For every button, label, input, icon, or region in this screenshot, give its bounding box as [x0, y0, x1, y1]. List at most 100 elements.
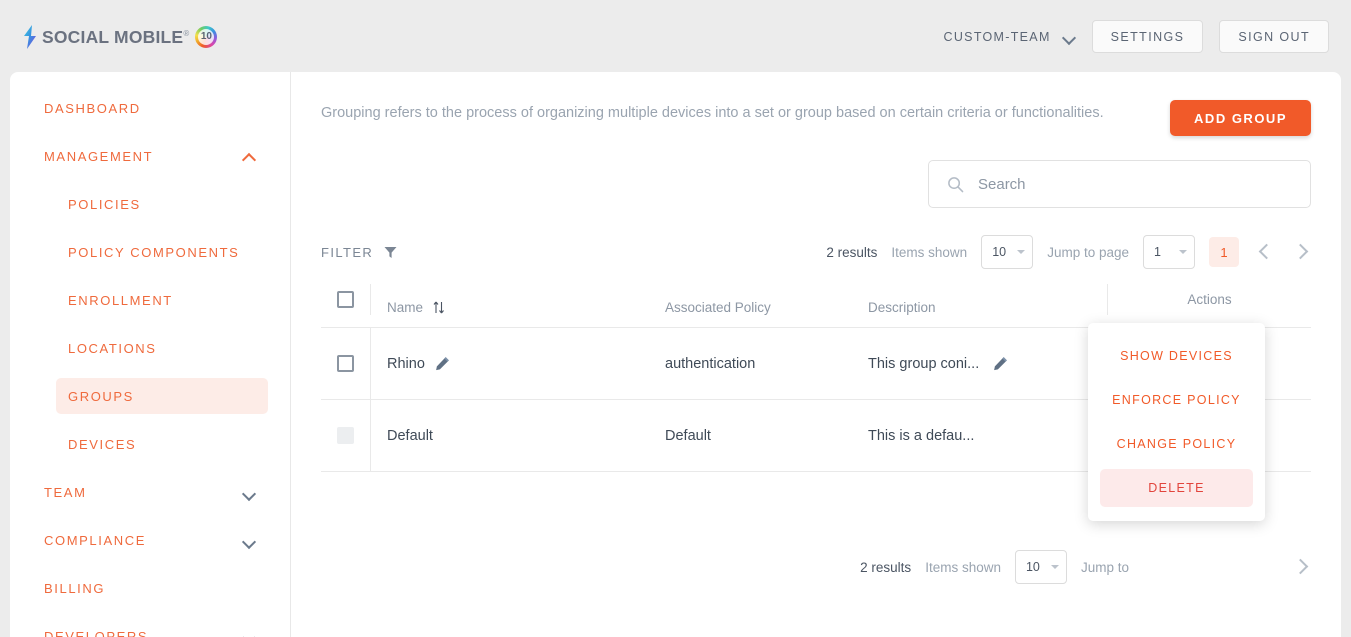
- sidebar-item-label: POLICIES: [68, 196, 141, 212]
- group-policy: authentication: [665, 355, 756, 372]
- sign-out-button[interactable]: SIGN OUT: [1219, 20, 1329, 53]
- dropdown-item-enforce-policy[interactable]: ENFORCE POLICY: [1100, 381, 1253, 419]
- sidebar-item-groups[interactable]: GROUPS: [56, 378, 268, 414]
- search-input[interactable]: [978, 175, 1292, 193]
- sidebar-item-label: ENROLLMENT: [68, 292, 173, 308]
- chevron-down-icon: [1017, 250, 1026, 254]
- anniversary-badge-icon: 10: [195, 26, 218, 48]
- cell-policy: authentication: [665, 355, 868, 373]
- sidebar-item-label: BILLING: [44, 580, 106, 596]
- next-page-button-bottom[interactable]: [1289, 556, 1311, 578]
- team-selector-label: CUSTOM-TEAM: [943, 29, 1051, 44]
- filter-button[interactable]: FILTER: [321, 245, 397, 260]
- settings-button[interactable]: SETTINGS: [1091, 20, 1204, 53]
- items-shown-label: Items shown: [891, 244, 968, 260]
- chevron-up-icon: [243, 150, 256, 163]
- items-shown-select-bottom[interactable]: 10: [1014, 550, 1067, 584]
- results-count-bottom: 2 results: [860, 559, 912, 575]
- cell-name: Default: [371, 428, 665, 444]
- more-actions-dropdown: SHOW DEVICES ENFORCE POLICY CHANGE POLICY D…: [1088, 323, 1265, 521]
- column-header-description-label: Description: [868, 300, 936, 315]
- search-icon: [948, 176, 964, 192]
- results-count: 2 results: [826, 244, 878, 260]
- sidebar-nav: DASHBOARD MANAGEMENT POLICIES POLICY COMPON…: [10, 72, 291, 637]
- chevron-down-icon: [243, 534, 256, 547]
- items-shown-label-bottom: Items shown: [925, 559, 1001, 575]
- sidebar-item-enrollment[interactable]: ENROLLMENT: [56, 282, 268, 318]
- sidebar-item-label: LOCATIONS: [68, 340, 157, 356]
- sidebar-item-dashboard[interactable]: DASHBOARD: [32, 90, 268, 126]
- jump-to-page-value: 1: [1154, 245, 1161, 259]
- next-page-button[interactable]: [1289, 241, 1311, 263]
- page-number-current[interactable]: 1: [1209, 237, 1239, 267]
- sidebar-item-label: POLICY COMPONENTS: [68, 244, 240, 260]
- pagination-bottom: 2 results Items shown 10 Jump to 1 1: [321, 550, 1311, 584]
- items-shown-value: 10: [992, 245, 1007, 259]
- brand-name: SOCIAL MOBILE®: [42, 27, 190, 48]
- sidebar-item-label: MANAGEMENT: [44, 148, 154, 164]
- column-header-name[interactable]: Name: [371, 300, 665, 315]
- sidebar-item-compliance[interactable]: COMPLIANCE: [32, 522, 268, 558]
- sidebar-item-management[interactable]: MANAGEMENT: [32, 138, 268, 174]
- team-selector[interactable]: CUSTOM-TEAM: [944, 30, 1076, 44]
- jump-to-page-label-bottom: Jump to: [1080, 559, 1129, 575]
- select-all-cell: [321, 284, 371, 315]
- items-shown-select[interactable]: 10: [981, 235, 1034, 269]
- group-policy: Default: [665, 427, 711, 444]
- group-description: This is a defau...: [868, 427, 975, 444]
- sidebar-item-team[interactable]: TEAM: [32, 474, 268, 510]
- brand-logo[interactable]: SOCIAL MOBILE® 10: [22, 25, 218, 49]
- row-checkbox: [337, 427, 354, 444]
- page-description: Grouping refers to the process of organi…: [321, 105, 1104, 121]
- table-toolbar: FILTER 2 results Items shown 10 Jump to …: [321, 235, 1311, 269]
- header-actions: CUSTOM-TEAM SETTINGS SIGN OUT: [944, 20, 1329, 53]
- edit-pencil-icon[interactable]: [435, 356, 450, 371]
- sidebar-item-devices[interactable]: DEVICES: [56, 426, 268, 462]
- table-header-row: Name Associated Policy Description Actio…: [321, 284, 1311, 328]
- edit-pencil-icon[interactable]: [993, 356, 1008, 371]
- column-header-name-label: Name: [387, 300, 424, 315]
- dropdown-item-delete[interactable]: DELETE: [1100, 469, 1253, 507]
- search-box[interactable]: [928, 160, 1311, 208]
- column-header-actions: Actions: [1107, 284, 1311, 315]
- sidebar-item-locations[interactable]: LOCATIONS: [56, 330, 268, 366]
- sidebar-item-label: DEVELOPERS: [44, 628, 149, 637]
- lightning-bolt-icon: [24, 25, 36, 49]
- chevron-down-icon: [1050, 565, 1059, 569]
- sidebar-item-label: TEAM: [44, 484, 87, 500]
- sidebar-item-label: GROUPS: [68, 388, 134, 404]
- sidebar-item-developers[interactable]: DEVELOPERS: [32, 618, 268, 637]
- select-all-checkbox[interactable]: [337, 291, 354, 308]
- cell-name: Rhino: [371, 356, 665, 372]
- cell-description: This is a defau...: [868, 428, 1107, 444]
- chevron-down-icon: [243, 486, 256, 499]
- sort-icon[interactable]: [433, 300, 445, 315]
- chevron-down-icon: [243, 630, 256, 637]
- row-select-cell: [321, 400, 371, 471]
- row-select-cell: [321, 328, 371, 399]
- column-header-actions-label: Actions: [1187, 292, 1232, 307]
- cell-description: This group coni...: [868, 356, 1107, 372]
- trademark-mark: ®: [183, 29, 190, 39]
- sidebar-item-label: DASHBOARD: [44, 100, 141, 116]
- column-header-policy: Associated Policy: [665, 300, 868, 315]
- sidebar-item-label: COMPLIANCE: [44, 532, 146, 548]
- pagination-top: 2 results Items shown 10 Jump to page 1 …: [826, 235, 1311, 269]
- column-header-description: Description: [868, 300, 1107, 315]
- jump-to-page-select[interactable]: 1: [1143, 235, 1195, 269]
- filter-label: FILTER: [321, 244, 374, 260]
- sidebar-item-billing[interactable]: BILLING: [32, 570, 268, 606]
- cell-policy: Default: [665, 427, 868, 445]
- dropdown-item-change-policy[interactable]: CHANGE POLICY: [1100, 425, 1253, 463]
- sidebar-item-policy-components[interactable]: POLICY COMPONENTS: [56, 234, 268, 270]
- column-header-policy-label: Associated Policy: [665, 300, 771, 315]
- group-name: Rhino: [387, 355, 425, 372]
- dropdown-item-show-devices[interactable]: SHOW DEVICES: [1100, 337, 1253, 375]
- previous-page-button[interactable]: [1253, 241, 1275, 263]
- chevron-down-icon: [1179, 250, 1187, 254]
- sidebar-item-policies[interactable]: POLICIES: [56, 186, 268, 222]
- row-checkbox[interactable]: [337, 355, 354, 372]
- filter-icon: [384, 246, 397, 258]
- sidebar-item-label: DEVICES: [68, 436, 137, 452]
- add-group-button[interactable]: ADD GROUP: [1170, 100, 1311, 136]
